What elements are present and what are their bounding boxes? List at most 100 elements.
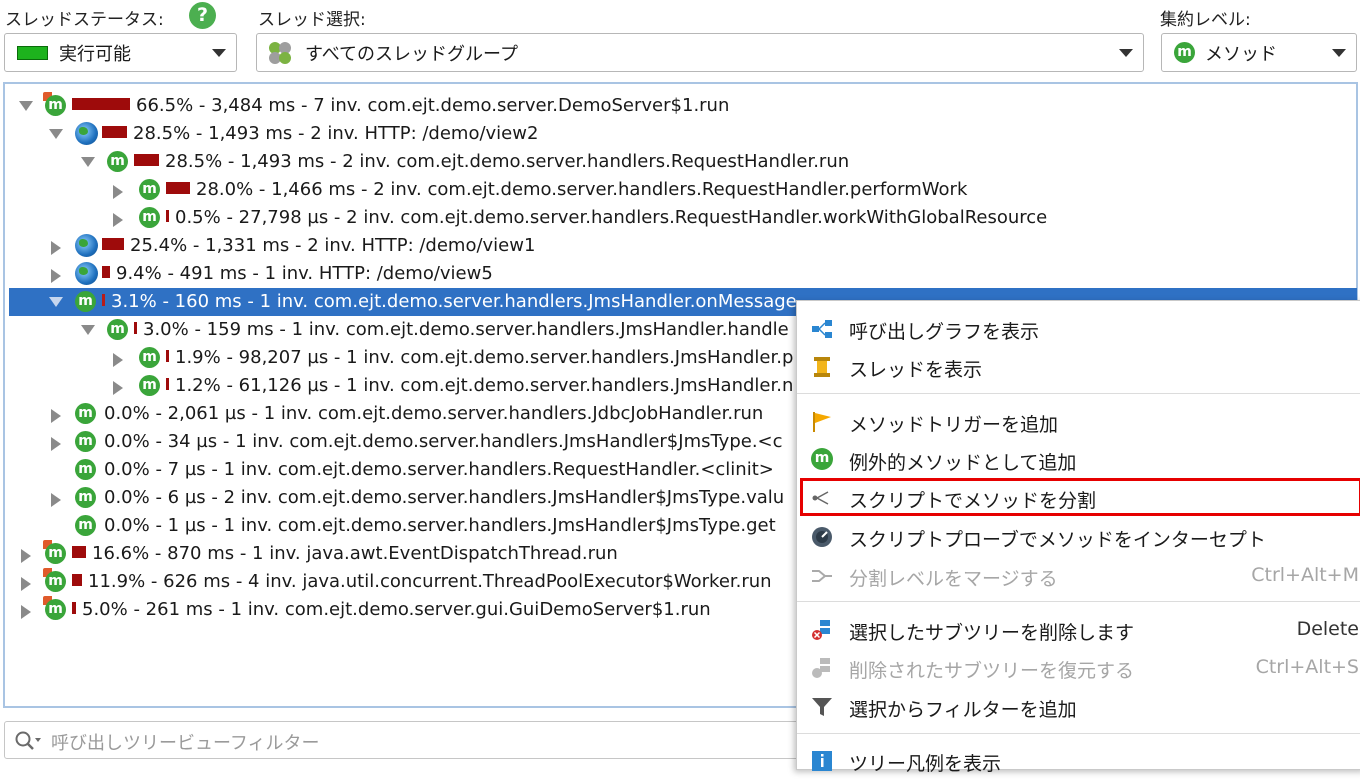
percentage-bar — [72, 98, 130, 110]
globe-icon — [75, 234, 98, 257]
menu-separator — [797, 733, 1360, 734]
menu-item-label: 呼び出しグラフを表示 — [849, 321, 1040, 343]
percentage-bar — [72, 546, 86, 558]
percentage-bar — [166, 350, 169, 362]
method-icon: m — [107, 319, 128, 340]
tree-row-label: 0.0% - 7 µs - 1 inv. com.ejt.demo.server… — [104, 459, 774, 480]
expand-toggle-collapsed-icon[interactable] — [113, 185, 123, 199]
tree-row-label: 28.0% - 1,466 ms - 2 inv. com.ejt.demo.s… — [196, 179, 968, 200]
expand-toggle-collapsed-icon[interactable] — [21, 577, 31, 591]
menu-item-accelerator: Delete — [1296, 618, 1359, 640]
percentage-bar — [72, 602, 76, 614]
call-graph-icon — [812, 320, 832, 338]
percentage-bar — [134, 154, 159, 166]
tree-row[interactable]: m 28.0% - 1,466 ms - 2 inv. com.ejt.demo.… — [9, 176, 1357, 204]
tree-row-label: 28.5% - 1,493 ms - 2 inv. HTTP: /demo/vi… — [133, 123, 539, 144]
menu-item-restore-subtree[interactable]: 削除されたサブツリーを復元する Ctrl+Alt+S — [797, 648, 1360, 686]
chevron-down-icon — [1119, 49, 1133, 57]
menu-item-label: メソッドトリガーを追加 — [849, 414, 1059, 436]
probe-icon — [812, 527, 832, 547]
menu-item-show-call-graph[interactable]: 呼び出しグラフを表示 — [797, 309, 1360, 347]
expand-toggle-expanded-icon[interactable] — [49, 129, 63, 139]
menu-item-add-method-trigger[interactable]: メソッドトリガーを追加 — [797, 402, 1360, 440]
tree-row-label: 3.1% - 160 ms - 1 inv. com.ejt.demo.serv… — [111, 291, 797, 312]
menu-item-label: 分割レベルをマージする — [849, 568, 1058, 590]
call-tree-filter[interactable]: 呼び出しツリービューフィルター — [4, 721, 804, 759]
expand-toggle-collapsed-icon[interactable] — [51, 493, 61, 507]
restore-subtree-icon — [812, 658, 830, 678]
expand-toggle-collapsed-icon[interactable] — [51, 241, 61, 255]
expand-toggle-expanded-icon[interactable] — [49, 297, 63, 307]
expand-toggle-collapsed-icon[interactable] — [51, 409, 61, 423]
flag-icon — [813, 412, 831, 432]
filter-icon — [812, 698, 832, 716]
method-icon: m — [75, 487, 96, 508]
method-icon: m — [1174, 42, 1195, 63]
percentage-bar — [102, 126, 127, 138]
merge-icon — [812, 570, 832, 582]
tree-row[interactable]: 28.5% - 1,493 ms - 2 inv. HTTP: /demo/vi… — [9, 120, 1357, 148]
method-icon: m — [75, 515, 96, 536]
tree-row[interactable]: m 28.5% - 1,493 ms - 2 inv. com.ejt.demo.… — [9, 148, 1357, 176]
expand-toggle-collapsed-icon[interactable] — [113, 353, 123, 367]
method-icon: m — [139, 347, 160, 368]
tree-row[interactable]: m 0.5% - 27,798 µs - 2 inv. com.ejt.demo.… — [9, 204, 1357, 232]
chevron-down-icon — [1332, 49, 1346, 57]
menu-item-delete-subtree[interactable]: 選択したサブツリーを削除します Delete — [797, 610, 1360, 648]
aggregation-combo[interactable]: m メソッド — [1161, 33, 1357, 72]
menu-item-show-tree-legend[interactable]: ツリー凡例を表示 — [797, 741, 1360, 779]
expand-toggle-expanded-icon[interactable] — [81, 157, 95, 167]
expand-toggle-collapsed-icon[interactable] — [113, 213, 123, 227]
thread-status-label: スレッドステータス: — [5, 10, 164, 30]
thread-group-icon — [269, 41, 291, 64]
tree-row-label: 1.9% - 98,207 µs - 1 inv. com.ejt.demo.s… — [175, 347, 794, 368]
expand-toggle-collapsed-icon[interactable] — [51, 269, 61, 283]
tree-row[interactable]: 9.4% - 491 ms - 1 inv. HTTP: /demo/view5 — [9, 260, 1357, 288]
tree-row-label: 5.0% - 261 ms - 1 inv. com.ejt.demo.serv… — [82, 599, 711, 620]
thread-select-label: スレッド選択: — [258, 10, 366, 30]
tree-row-label: 0.5% - 27,798 µs - 2 inv. com.ejt.demo.s… — [175, 207, 1048, 228]
percentage-bar — [102, 294, 105, 306]
menu-item-show-thread[interactable]: スレッドを表示 — [797, 347, 1360, 385]
method-thread-icon: m — [45, 95, 66, 116]
tree-row[interactable]: 25.4% - 1,331 ms - 2 inv. HTTP: /demo/vi… — [9, 232, 1357, 260]
percentage-bar — [102, 266, 110, 278]
menu-item-label: 選択したサブツリーを削除します — [849, 622, 1135, 644]
expand-toggle-collapsed-icon[interactable] — [51, 437, 61, 451]
highlight-box — [800, 478, 1360, 516]
tree-row[interactable]: m 66.5% - 3,484 ms - 7 inv. com.ejt.demo.… — [9, 92, 1357, 120]
expand-toggle-expanded-icon[interactable] — [19, 101, 33, 111]
thread-select-value: すべてのスレッドグループ — [305, 43, 518, 65]
aggregation-value: メソッド — [1205, 43, 1277, 65]
method-icon: m — [75, 291, 96, 312]
expand-toggle-collapsed-icon[interactable] — [21, 605, 31, 619]
menu-item-add-exceptional-method[interactable]: m 例外的メソッドとして追加 — [797, 440, 1360, 478]
thread-status-combo[interactable]: 実行可能 — [4, 33, 237, 72]
expand-toggle-expanded-icon[interactable] — [81, 325, 95, 335]
thread-spool-icon — [814, 357, 830, 377]
aggregation-label: 集約レベル: — [1160, 10, 1251, 30]
help-icon[interactable]: ? — [189, 2, 216, 29]
method-icon: m — [75, 431, 96, 452]
method-thread-icon: m — [45, 543, 66, 564]
menu-item-accelerator: Ctrl+Alt+M — [1251, 564, 1359, 586]
percentage-bar — [72, 574, 82, 586]
expand-toggle-collapsed-icon[interactable] — [113, 381, 123, 395]
chevron-down-icon — [212, 49, 226, 57]
method-icon: m — [139, 207, 160, 228]
delete-subtree-icon — [812, 620, 830, 640]
expand-toggle-collapsed-icon[interactable] — [21, 549, 31, 563]
thread-status-value: 実行可能 — [59, 43, 131, 65]
thread-select-combo[interactable]: すべてのスレッドグループ — [256, 33, 1144, 72]
tree-row-label: 16.6% - 870 ms - 1 inv. java.awt.EventDi… — [92, 543, 618, 564]
menu-item-add-filter-from-selection[interactable]: 選択からフィルターを追加 — [797, 687, 1360, 725]
globe-icon — [75, 122, 98, 145]
menu-item-merge-split-levels[interactable]: 分割レベルをマージする Ctrl+Alt+M — [797, 556, 1360, 594]
search-icon — [15, 731, 41, 750]
menu-item-intercept-method-probe[interactable]: スクリプトプローブでメソッドをインターセプト — [797, 517, 1360, 555]
method-icon: m — [139, 179, 160, 200]
globe-icon — [75, 262, 98, 285]
percentage-bar — [102, 238, 124, 250]
menu-item-label: 選択からフィルターを追加 — [849, 699, 1077, 721]
method-thread-icon: m — [45, 571, 66, 592]
